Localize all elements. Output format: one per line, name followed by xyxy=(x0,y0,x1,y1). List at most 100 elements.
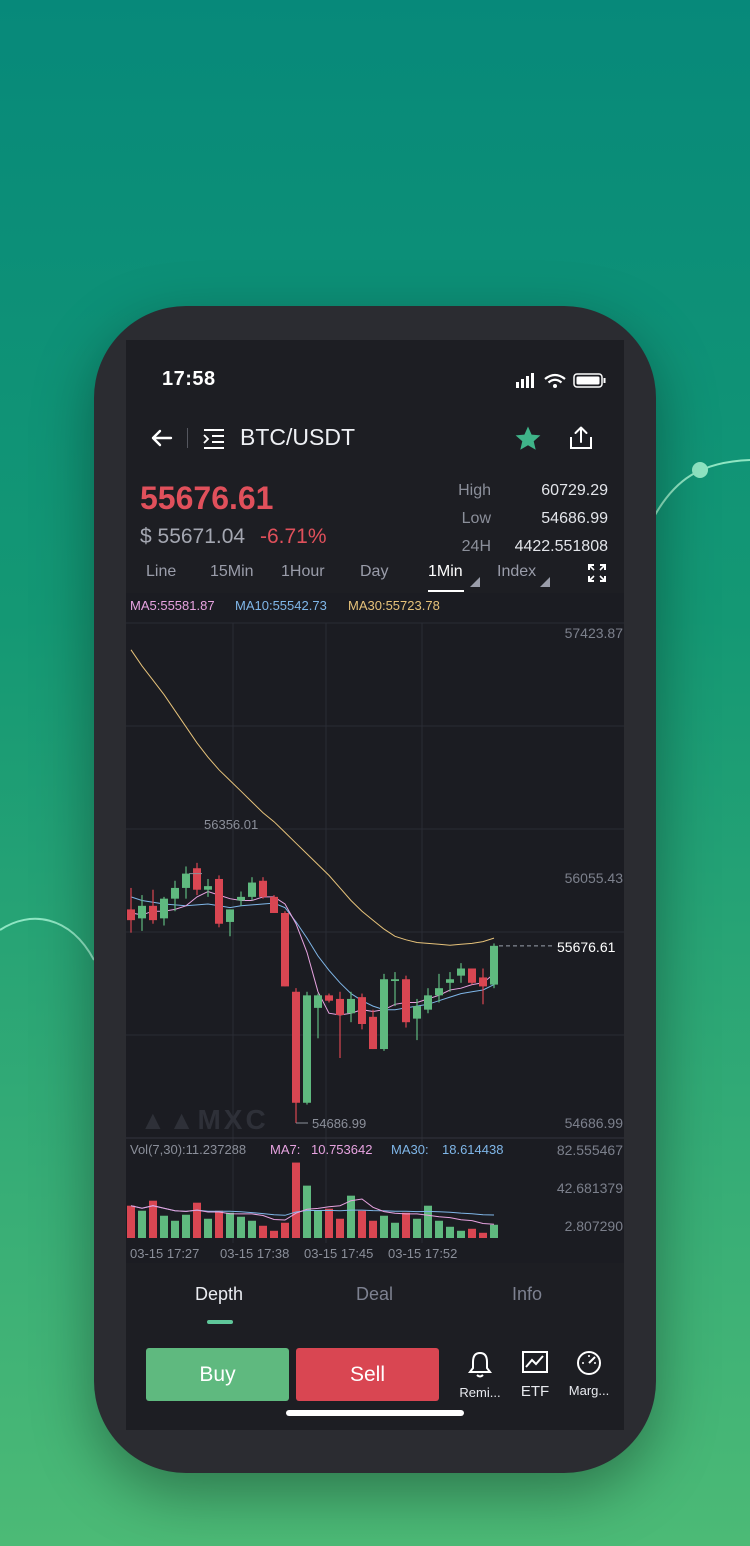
volume-bar xyxy=(424,1205,432,1238)
volume-legend: Vol(7,30):11.237288 xyxy=(130,1142,247,1157)
last-price-tag: 55676.61 xyxy=(557,939,616,955)
volume-bar xyxy=(193,1202,201,1238)
candle-body xyxy=(325,995,333,1001)
candle-body xyxy=(303,995,311,1103)
time-label: 03-15 17:45 xyxy=(304,1246,374,1261)
status-time: 17:58 xyxy=(162,368,216,390)
candle-body xyxy=(402,979,410,1023)
tab-deal[interactable]: Deal xyxy=(356,1284,393,1305)
margin-button[interactable]: Marg... xyxy=(561,1350,617,1398)
tab-1hour[interactable]: 1Hour xyxy=(281,563,325,581)
volume-bar xyxy=(314,1210,322,1238)
back-arrow-icon[interactable] xyxy=(148,426,176,450)
tab-1min[interactable]: 1Min xyxy=(428,563,463,581)
volume-bar xyxy=(435,1220,443,1238)
candle-body xyxy=(490,945,498,985)
time-label: 03-15 17:38 xyxy=(220,1246,290,1261)
volume-bar xyxy=(479,1232,487,1238)
gauge-icon xyxy=(577,1351,601,1375)
candle-body xyxy=(226,909,234,922)
tab-day[interactable]: Day xyxy=(360,563,388,581)
volume-bar xyxy=(336,1218,344,1238)
decor-dot xyxy=(692,462,708,478)
menu-list-icon[interactable] xyxy=(201,427,227,449)
volume-24h-label: 24H xyxy=(461,538,491,555)
volume-bar xyxy=(358,1210,366,1238)
candle-body xyxy=(237,896,245,901)
volume-bar xyxy=(270,1230,278,1238)
tab-line[interactable]: Line xyxy=(146,563,176,581)
fullscreen-icon[interactable] xyxy=(588,564,606,582)
ma30-line xyxy=(130,649,495,946)
ma30-vol-legend-label: MA30: xyxy=(391,1142,429,1157)
last-price: 55676.61 xyxy=(140,480,274,516)
candle-body xyxy=(435,988,443,996)
volume-bar xyxy=(204,1218,212,1238)
candle-body xyxy=(446,979,454,983)
volume-bar xyxy=(380,1215,388,1238)
volume-bar xyxy=(127,1205,135,1238)
volume-bar xyxy=(325,1208,333,1238)
ma7-legend-value: 10.753642 xyxy=(311,1142,373,1157)
ma7-legend-label: MA7: xyxy=(270,1142,301,1157)
volume-bar xyxy=(259,1225,267,1238)
status-icons xyxy=(516,373,606,388)
high-value: 60729.29 xyxy=(541,482,608,499)
time-label: 03-15 17:52 xyxy=(388,1246,458,1261)
candle-body xyxy=(314,995,322,1008)
candle-body xyxy=(248,882,256,897)
volume-bar xyxy=(457,1230,465,1238)
volume-bar xyxy=(237,1216,245,1238)
bell-icon xyxy=(468,1351,492,1378)
volume-bar xyxy=(490,1224,498,1238)
price-axis-mid: 56055.43 xyxy=(564,870,623,886)
candle-body xyxy=(270,896,278,913)
volume-bar xyxy=(182,1214,190,1238)
candle-body xyxy=(479,977,487,987)
tab-depth[interactable]: Depth xyxy=(195,1284,243,1305)
candle-body xyxy=(391,979,399,982)
tab-15min[interactable]: 15Min xyxy=(210,563,254,581)
volume-24h-value: 4422.551808 xyxy=(514,538,608,555)
volume-bar xyxy=(402,1212,410,1238)
home-indicator xyxy=(286,1410,464,1416)
volume-axis-mid: 42.681379 xyxy=(556,1180,623,1196)
mountain-icon: ▲▲ xyxy=(140,1105,198,1135)
volume-bar xyxy=(413,1218,421,1238)
reminder-button[interactable]: Remi... xyxy=(452,1350,508,1400)
signal-icon xyxy=(516,382,519,388)
candle-body xyxy=(281,912,289,987)
wifi-icon xyxy=(544,373,566,380)
candle-body xyxy=(292,991,300,1103)
price-axis-top: 57423.87 xyxy=(564,625,623,641)
candle-body xyxy=(380,979,388,1050)
favorite-star-icon[interactable] xyxy=(514,425,542,452)
volume-axis-top: 82.555467 xyxy=(556,1142,623,1158)
buy-button[interactable]: Buy xyxy=(146,1348,289,1401)
reminder-label: Remi... xyxy=(459,1385,501,1400)
candle-body xyxy=(138,905,146,919)
volume-bar xyxy=(248,1220,256,1238)
tab-index[interactable]: Index xyxy=(497,563,536,581)
sell-button[interactable]: Sell xyxy=(296,1348,439,1401)
volume-bar xyxy=(369,1220,377,1238)
candle-body xyxy=(193,868,201,890)
tab-info[interactable]: Info xyxy=(512,1284,542,1305)
candle-body xyxy=(259,880,267,897)
candle-body xyxy=(424,995,432,1010)
candle-body xyxy=(149,905,157,921)
candle-body xyxy=(413,1006,421,1019)
candle-body xyxy=(369,1016,377,1050)
volume-bar xyxy=(160,1215,168,1238)
volume-bar xyxy=(292,1162,300,1238)
volume-bar xyxy=(226,1212,234,1238)
etf-button[interactable]: ETF xyxy=(507,1350,563,1400)
low-label: Low xyxy=(461,510,491,527)
volume-ma30-line xyxy=(130,1205,495,1216)
share-icon[interactable] xyxy=(568,425,594,451)
dropdown-corner-icon xyxy=(470,577,480,587)
volume-bar xyxy=(468,1228,476,1238)
price-axis-bottom: 54686.99 xyxy=(564,1115,623,1131)
kline-chart[interactable] xyxy=(126,593,624,1263)
volume-bar xyxy=(391,1222,399,1238)
